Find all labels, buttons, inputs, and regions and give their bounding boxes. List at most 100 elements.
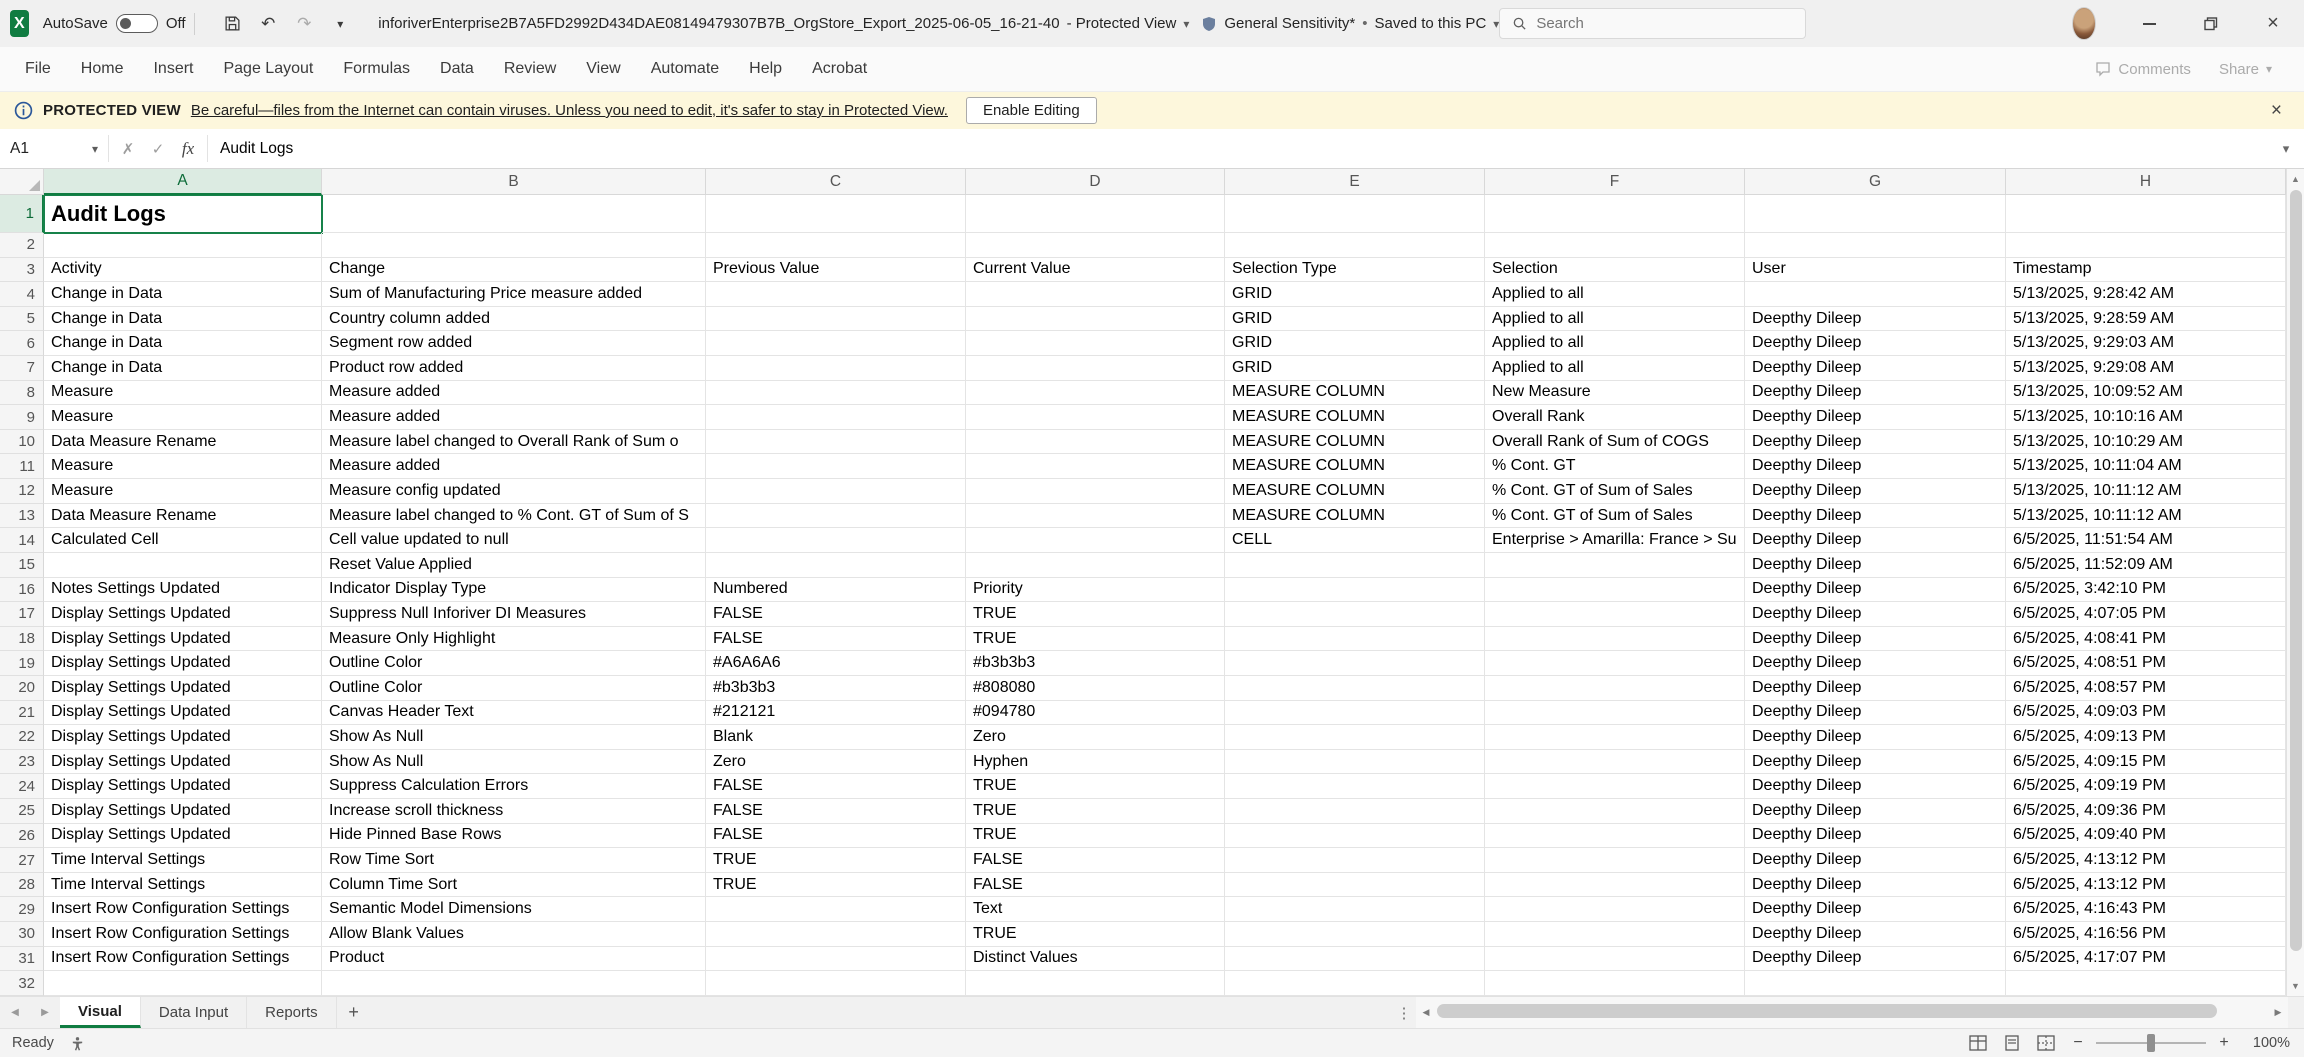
minimize-button[interactable] [2118,0,2180,47]
vscroll-thumb[interactable] [2290,190,2302,951]
zoom-slider[interactable] [2096,1042,2206,1044]
cell-F19[interactable] [1485,651,1745,676]
scroll-up-button[interactable]: ▲ [2287,169,2304,189]
cell-A30[interactable]: Insert Row Configuration Settings [44,922,322,947]
cell-H22[interactable]: 6/5/2025, 4:09:13 PM [2006,725,2286,750]
cell-H9[interactable]: 5/13/2025, 10:10:16 AM [2006,405,2286,430]
cell-A6[interactable]: Change in Data [44,331,322,356]
cell-B11[interactable]: Measure added [322,454,706,479]
cell-E15[interactable] [1225,553,1485,578]
column-header-F[interactable]: F [1485,169,1745,195]
cell-A23[interactable]: Display Settings Updated [44,750,322,775]
cell-F9[interactable]: Overall Rank [1485,405,1745,430]
cell-E28[interactable] [1225,873,1485,898]
row-header-9[interactable]: 9 [0,405,44,430]
cell-G20[interactable]: Deepthy Dileep [1745,676,2006,701]
cell-A24[interactable]: Display Settings Updated [44,774,322,799]
cell-H8[interactable]: 5/13/2025, 10:09:52 AM [2006,381,2286,406]
cell-B31[interactable]: Product [322,947,706,972]
cell-C30[interactable] [706,922,966,947]
cell-C6[interactable] [706,331,966,356]
cell-A15[interactable] [44,553,322,578]
cell-A18[interactable]: Display Settings Updated [44,627,322,652]
cell-A28[interactable]: Time Interval Settings [44,873,322,898]
row-header-6[interactable]: 6 [0,331,44,356]
cell-A16[interactable]: Notes Settings Updated [44,578,322,603]
cell-F27[interactable] [1485,848,1745,873]
cell-B1[interactable] [322,195,706,233]
cell-A21[interactable]: Display Settings Updated [44,701,322,726]
cell-F10[interactable]: Overall Rank of Sum of COGS [1485,430,1745,455]
cell-F6[interactable]: Applied to all [1485,331,1745,356]
sheet-tab-reports[interactable]: Reports [247,997,337,1028]
cell-D21[interactable]: #094780 [966,701,1225,726]
cell-G13[interactable]: Deepthy Dileep [1745,504,2006,529]
cell-B23[interactable]: Show As Null [322,750,706,775]
cell-B17[interactable]: Suppress Null Inforiver DI Measures [322,602,706,627]
cell-H28[interactable]: 6/5/2025, 4:13:12 PM [2006,873,2286,898]
cell-C28[interactable]: TRUE [706,873,966,898]
cell-C2[interactable] [706,233,966,258]
cell-A5[interactable]: Change in Data [44,307,322,332]
cell-A2[interactable] [44,233,322,258]
cell-E20[interactable] [1225,676,1485,701]
cell-C9[interactable] [706,405,966,430]
cell-F18[interactable] [1485,627,1745,652]
cell-A14[interactable]: Calculated Cell [44,528,322,553]
row-header-8[interactable]: 8 [0,381,44,406]
column-header-B[interactable]: B [322,169,706,195]
cell-C5[interactable] [706,307,966,332]
ribbon-tab-file[interactable]: File [10,47,66,92]
cell-G27[interactable]: Deepthy Dileep [1745,848,2006,873]
cell-F25[interactable] [1485,799,1745,824]
cell-E14[interactable]: CELL [1225,528,1485,553]
cell-A13[interactable]: Data Measure Rename [44,504,322,529]
cell-B9[interactable]: Measure added [322,405,706,430]
row-header-21[interactable]: 21 [0,701,44,726]
cell-A31[interactable]: Insert Row Configuration Settings [44,947,322,972]
cell-E18[interactable] [1225,627,1485,652]
hscroll-thumb[interactable] [1437,1004,2217,1018]
comments-button[interactable]: Comments [2095,61,2191,78]
cell-A27[interactable]: Time Interval Settings [44,848,322,873]
cell-B24[interactable]: Suppress Calculation Errors [322,774,706,799]
cell-A4[interactable]: Change in Data [44,282,322,307]
cell-E19[interactable] [1225,651,1485,676]
cell-C26[interactable]: FALSE [706,824,966,849]
cell-D24[interactable]: TRUE [966,774,1225,799]
row-header-7[interactable]: 7 [0,356,44,381]
cell-F26[interactable] [1485,824,1745,849]
cell-F11[interactable]: % Cont. GT [1485,454,1745,479]
cell-D17[interactable]: TRUE [966,602,1225,627]
row-header-27[interactable]: 27 [0,848,44,873]
column-header-C[interactable]: C [706,169,966,195]
cell-C3[interactable]: Previous Value [706,258,966,283]
share-button[interactable]: Share ▾ [2219,61,2272,78]
cell-G14[interactable]: Deepthy Dileep [1745,528,2006,553]
ribbon-tab-view[interactable]: View [571,47,635,92]
cell-E13[interactable]: MEASURE COLUMN [1225,504,1485,529]
cell-H23[interactable]: 6/5/2025, 4:09:15 PM [2006,750,2286,775]
cell-C25[interactable]: FALSE [706,799,966,824]
cell-G25[interactable]: Deepthy Dileep [1745,799,2006,824]
ribbon-tab-formulas[interactable]: Formulas [328,47,425,92]
cell-G2[interactable] [1745,233,2006,258]
cell-C13[interactable] [706,504,966,529]
cell-F17[interactable] [1485,602,1745,627]
row-header-24[interactable]: 24 [0,774,44,799]
cell-E30[interactable] [1225,922,1485,947]
cell-H14[interactable]: 6/5/2025, 11:51:54 AM [2006,528,2286,553]
cell-C16[interactable]: Numbered [706,578,966,603]
cell-A1[interactable]: Audit Logs [44,195,322,233]
cell-B6[interactable]: Segment row added [322,331,706,356]
cell-H26[interactable]: 6/5/2025, 4:09:40 PM [2006,824,2286,849]
cell-E22[interactable] [1225,725,1485,750]
column-header-G[interactable]: G [1745,169,2006,195]
cell-C21[interactable]: #212121 [706,701,966,726]
cell-D5[interactable] [966,307,1225,332]
cell-F28[interactable] [1485,873,1745,898]
row-header-17[interactable]: 17 [0,602,44,627]
cell-H32[interactable] [2006,971,2286,996]
undo-button[interactable]: ↶ [252,8,284,40]
cell-A29[interactable]: Insert Row Configuration Settings [44,897,322,922]
